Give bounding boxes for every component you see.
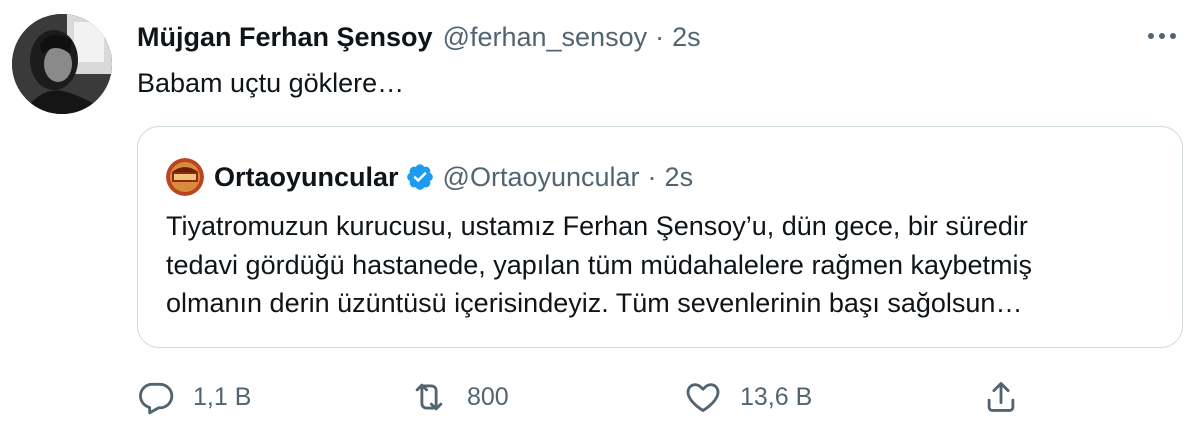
quoted-text-line: Tiyatromuzun kurucusu, ustamız Ferhan Şe… [166,211,1028,241]
tweet-timestamp[interactable]: 2s [672,20,701,54]
reply-button[interactable]: 1,1 B [137,372,251,422]
more-options-button[interactable] [1142,22,1182,50]
share-button[interactable] [982,372,1020,422]
reply-count: 1,1 B [193,382,252,411]
tweet-action-bar: 1,1 B 800 13,6 B [137,372,1183,422]
like-count: 13,6 B [740,382,813,411]
quoted-tweet-timestamp[interactable]: 2s [665,160,694,194]
more-horizontal-icon [1148,33,1176,39]
author-name[interactable]: Müjgan Ferhan Şensoy [137,20,433,54]
heart-icon [686,383,720,412]
retweet-button[interactable]: 800 [409,372,509,422]
quoted-tweet-text: Tiyatromuzun kurucusu, ustamız Ferhan Şe… [166,207,1156,323]
quoted-text-line: tedavi gördüğü hastanede, yapılan tüm mü… [166,249,1033,280]
quoted-tweet-card[interactable]: Ortaoyuncular @Ortaoyuncular · 2s Tiyatr… [137,126,1183,348]
reply-icon [139,382,174,415]
retweet-count: 800 [467,382,509,411]
author-handle[interactable]: @ferhan_sensoy [443,20,648,54]
quoted-tweet-header: Ortaoyuncular @Ortaoyuncular · 2s [166,158,693,196]
quoted-text-line: olmanın derin üzüntüsü içerisindeyiz. Tü… [166,288,1023,318]
tweet-text: Babam uçtu göklere… [137,68,405,98]
separator-dot: · [647,162,657,192]
separator-dot: · [655,22,665,52]
share-icon [987,382,1015,412]
verified-badge-icon [405,162,435,192]
quoted-author-name[interactable]: Ortaoyuncular [214,160,399,194]
author-avatar[interactable] [12,14,112,114]
like-button[interactable]: 13,6 B [684,372,812,422]
quoted-author-handle[interactable]: @Ortaoyuncular [443,160,640,194]
tweet-header: Müjgan Ferhan Şensoy @ferhan_sensoy · 2s [137,20,701,54]
quoted-author-avatar[interactable] [166,158,204,196]
retweet-icon [415,383,443,411]
